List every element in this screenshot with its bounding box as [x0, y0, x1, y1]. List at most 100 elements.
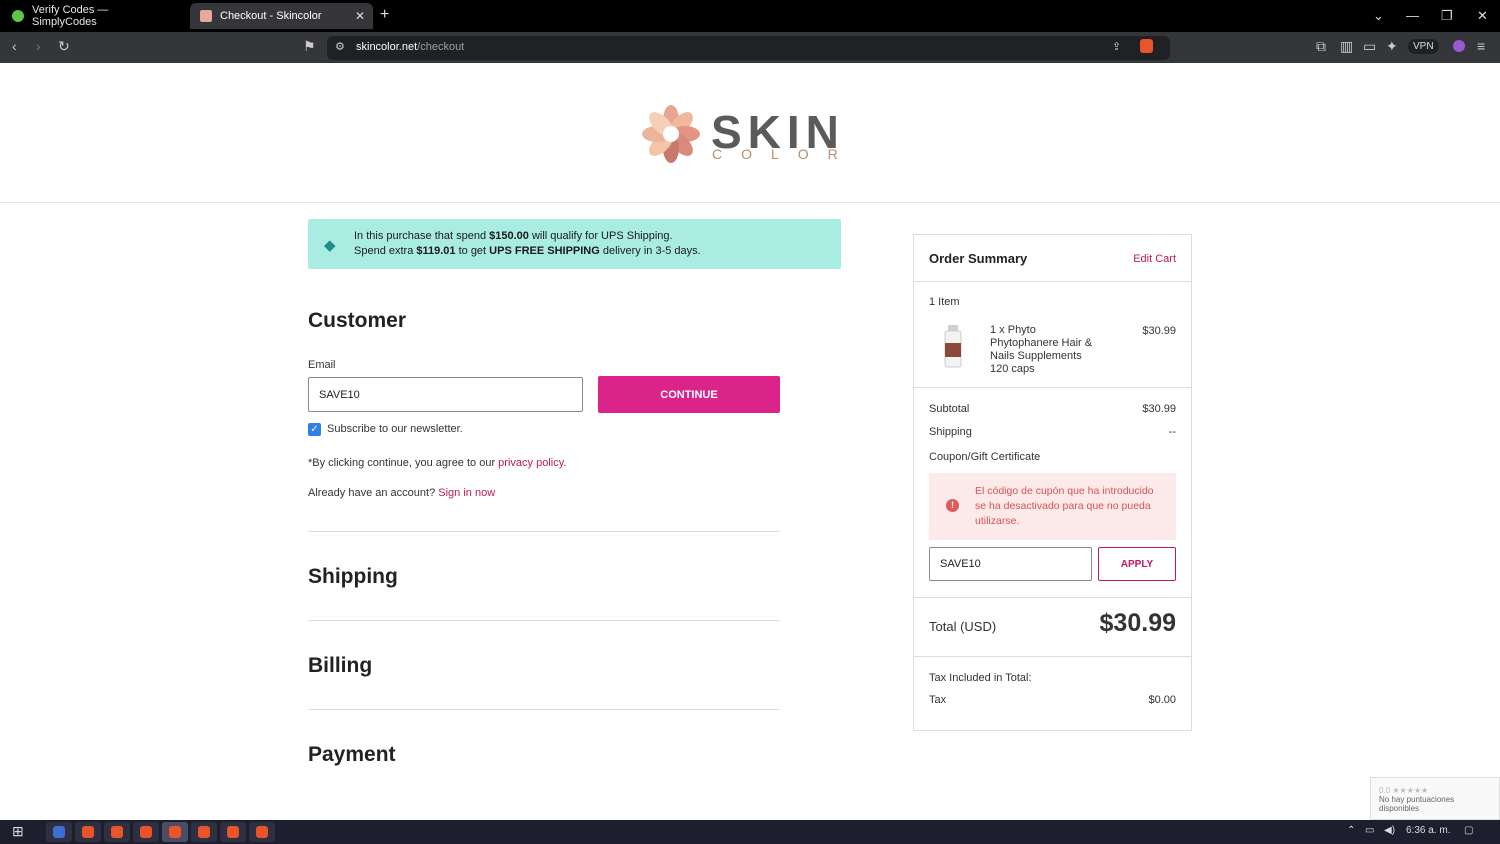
coupon-error-text: El código de cupón que ha introducido se…	[975, 485, 1154, 527]
rating-text: No hay puntuaciones disponibles	[1379, 795, 1455, 813]
apply-coupon-button[interactable]: APPLY	[1098, 547, 1176, 581]
site-settings-icon[interactable]: ⚙	[335, 40, 345, 53]
checkout-page: SKIN COLOR ◆ In this purchase that spend…	[0, 63, 1500, 820]
address-bar[interactable]: ⚙ skincolor.net/checkout ⇪	[327, 36, 1170, 60]
product-thumbnail	[944, 325, 962, 368]
order-summary-title: Order Summary Edit Cart	[929, 251, 1176, 266]
forward-icon[interactable]: ›	[36, 38, 41, 54]
subtotal-row: Subtotal $30.99	[929, 403, 1176, 415]
summary-divider	[914, 597, 1191, 598]
shipping-row: Shipping --	[929, 426, 1176, 438]
share-icon[interactable]: ⇪	[1112, 40, 1121, 53]
sidebar-icon[interactable]: ▥	[1340, 38, 1353, 55]
restore-icon[interactable]: ❐	[1441, 8, 1453, 24]
continue-button[interactable]: CONTINUE	[598, 376, 780, 413]
payment-heading: Payment	[308, 743, 396, 766]
email-value: SAVE10	[319, 388, 360, 401]
terms-text: *By clicking continue, you agree to our …	[308, 457, 567, 469]
back-icon[interactable]: ‹	[12, 38, 17, 54]
minimize-icon[interactable]: —	[1406, 8, 1419, 23]
sign-in-link[interactable]: Sign in now	[438, 487, 495, 499]
vpn-button[interactable]: VPN	[1408, 39, 1439, 54]
newsletter-label: Subscribe to our newsletter.	[327, 423, 463, 435]
taskbar-brave-3[interactable]	[133, 822, 159, 842]
tax-included-label: Tax Included in Total:	[929, 672, 1032, 684]
extensions-icon[interactable]: ⧉	[1316, 38, 1326, 55]
tab-skincolor-checkout[interactable]: Checkout - Skincolor ✕	[190, 3, 373, 29]
taskbar-app-1[interactable]	[46, 822, 72, 842]
error-icon: !	[946, 499, 959, 512]
browser-tab-bar: Verify Codes — SimplyCodes Checkout - Sk…	[0, 0, 1500, 32]
edit-cart-link[interactable]: Edit Cart	[1133, 253, 1176, 265]
site-header: SKIN COLOR	[0, 63, 1500, 203]
shipping-promo-banner: ◆ In this purchase that spend $150.00 wi…	[308, 219, 841, 269]
email-field[interactable]: SAVE10	[308, 377, 583, 412]
product-name: 1 x Phyto Phytophanere Hair & Nails Supp…	[990, 324, 1093, 375]
tab-list-chevron-icon[interactable]: ⌄	[1373, 8, 1384, 24]
close-tab-icon[interactable]: ✕	[355, 9, 365, 23]
logo-sub-text: COLOR	[712, 146, 857, 162]
windows-taskbar: ⊞ ⌃ ▭ ◀) 6:36 a. m. ▢	[0, 820, 1500, 844]
simplycodes-favicon-icon	[12, 10, 24, 22]
summary-divider	[914, 387, 1191, 388]
order-summary-panel: Order Summary Edit Cart 1 Item 1 x Phyto…	[913, 234, 1192, 731]
promo-line-1: In this purchase that spend $150.00 will…	[354, 230, 673, 242]
leo-ai-icon[interactable]: ✦	[1386, 38, 1398, 55]
section-divider	[308, 709, 780, 710]
billing-heading: Billing	[308, 654, 373, 677]
tax-row: Tax $0.00	[929, 694, 1176, 706]
taskbar-brave-4[interactable]	[162, 822, 188, 842]
coupon-error-alert: ! El código de cupón que ha introducido …	[929, 473, 1176, 540]
tray-chevron-icon[interactable]: ⌃	[1347, 825, 1355, 836]
profile-avatar-icon[interactable]	[1453, 40, 1465, 52]
volume-icon[interactable]: ◀)	[1384, 825, 1395, 836]
taskbar-brave-7[interactable]	[249, 822, 275, 842]
email-label: Email	[308, 359, 336, 371]
start-grid-icon[interactable]: ⊞	[12, 823, 24, 840]
summary-divider	[914, 281, 1191, 282]
account-text: Already have an account? Sign in now	[308, 487, 496, 499]
taskbar-brave-1[interactable]	[75, 822, 101, 842]
coupon-input[interactable]: SAVE10	[929, 547, 1092, 581]
menu-icon[interactable]: ≡	[1477, 38, 1485, 54]
taskbar-brave-6[interactable]	[220, 822, 246, 842]
notifications-icon[interactable]: ▢	[1464, 825, 1473, 836]
browser-toolbar: ‹ › ↻ ⚑ ⚙ skincolor.net/checkout ⇪ ⧉ ▥ ▭…	[0, 32, 1500, 63]
section-divider	[308, 620, 780, 621]
clock[interactable]: 6:36 a. m.	[1406, 825, 1450, 836]
bookmark-icon[interactable]: ⚑	[303, 38, 316, 55]
coupon-label: Coupon/Gift Certificate	[929, 451, 1041, 463]
tab-label: Checkout - Skincolor	[220, 10, 322, 22]
reload-icon[interactable]: ↻	[58, 38, 70, 55]
new-tab-icon[interactable]: +	[380, 6, 389, 24]
tax-value: $0.00	[1148, 694, 1176, 706]
skincolor-favicon-icon	[200, 10, 212, 22]
skincolor-logo[interactable]: SKIN COLOR	[640, 103, 850, 165]
coupon-value: SAVE10	[940, 558, 981, 570]
brave-shield-icon[interactable]	[1140, 39, 1153, 53]
taskbar-brave-2[interactable]	[104, 822, 130, 842]
summary-divider	[914, 656, 1191, 657]
product-price: $30.99	[1142, 325, 1176, 337]
taskbar-brave-5[interactable]	[191, 822, 217, 842]
privacy-policy-link[interactable]: privacy policy	[498, 457, 563, 469]
url-text: skincolor.net/checkout	[356, 41, 465, 53]
item-count: 1 Item	[929, 296, 960, 308]
total-value: $30.99	[1099, 609, 1176, 637]
rating-stars: 0.0 ★★★★★	[1379, 786, 1429, 795]
tab-label: Verify Codes — SimplyCodes	[32, 4, 109, 28]
subtotal-value: $30.99	[1142, 403, 1176, 415]
recaptcha-badge[interactable]: 0.0 ★★★★★ No hay puntuaciones disponible…	[1370, 777, 1500, 820]
promo-line-2: Spend extra $119.01 to get UPS FREE SHIP…	[354, 245, 701, 257]
wallet-icon[interactable]: ▭	[1363, 38, 1376, 55]
section-divider	[308, 531, 780, 532]
customer-heading: Customer	[308, 309, 407, 332]
shipping-heading: Shipping	[308, 565, 398, 588]
window-close-icon[interactable]: ✕	[1477, 8, 1488, 24]
newsletter-checkbox[interactable]: ✓	[308, 423, 321, 436]
shipping-value: --	[1168, 426, 1176, 438]
tag-icon: ◆	[324, 237, 336, 254]
network-icon[interactable]: ▭	[1365, 825, 1374, 836]
tab-simplycodes[interactable]: Verify Codes — SimplyCodes	[2, 3, 186, 29]
flower-logo-icon	[642, 105, 700, 163]
